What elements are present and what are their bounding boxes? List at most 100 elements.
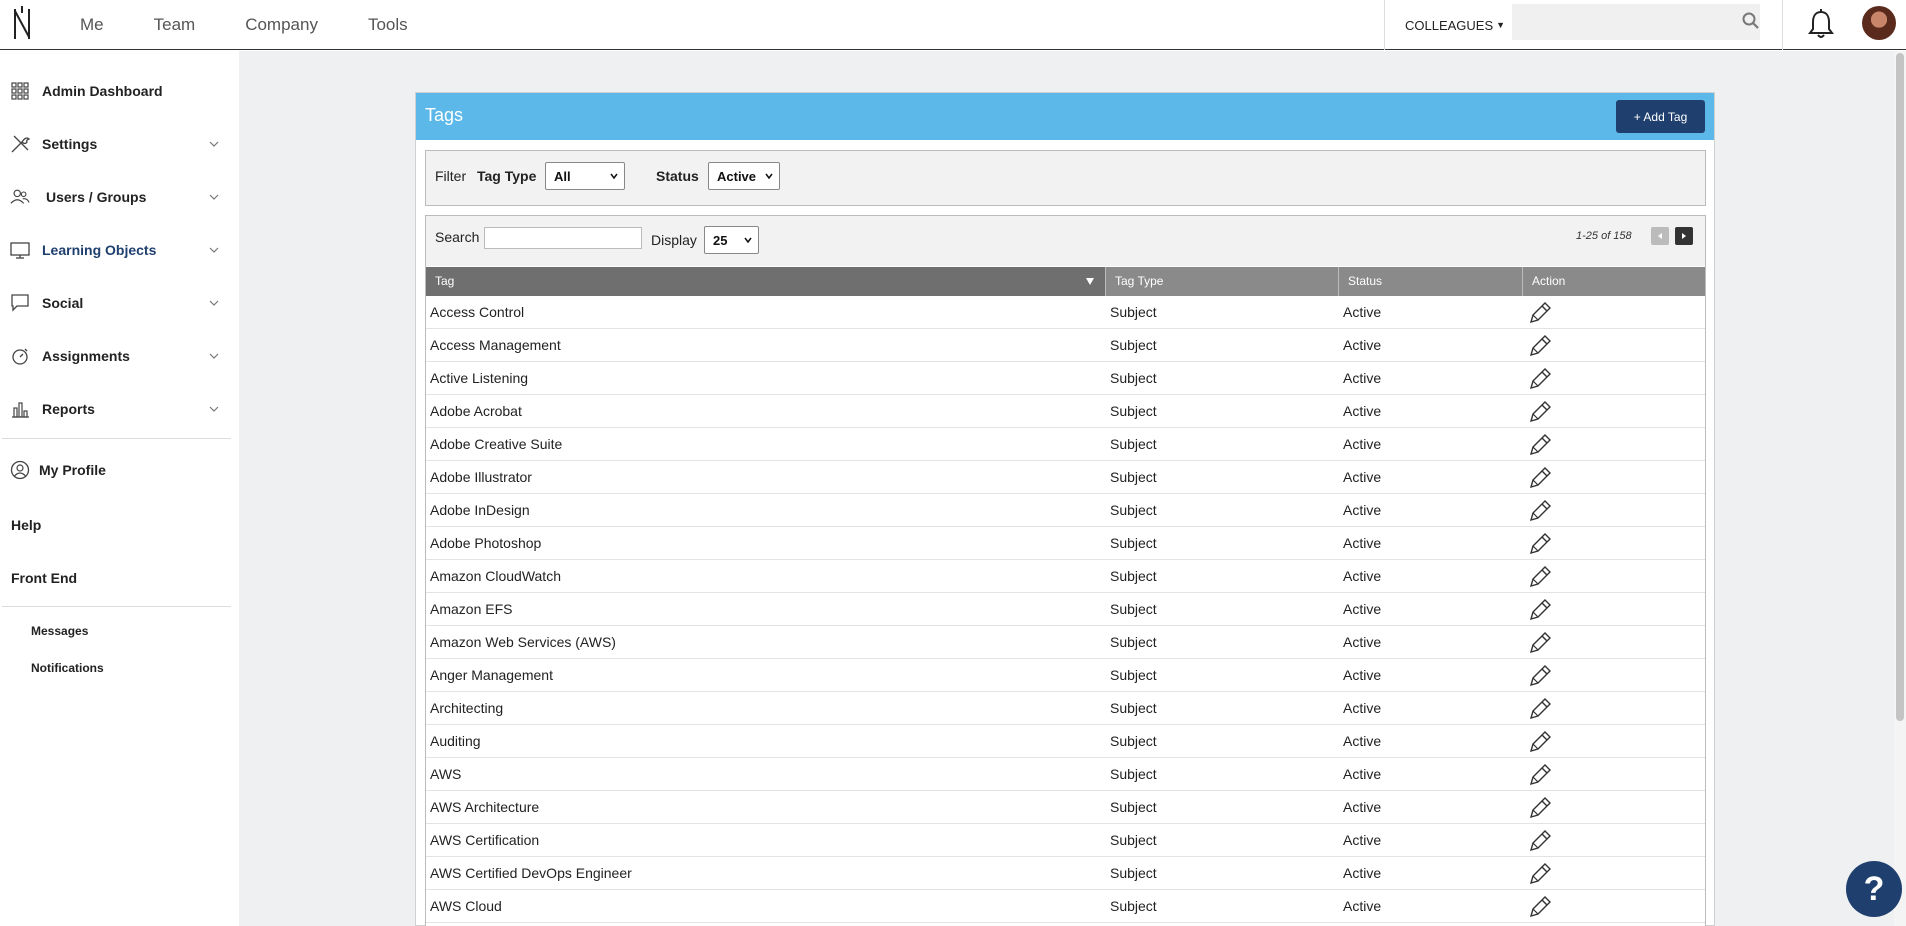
edit-pencil-icon[interactable] [1527,498,1553,524]
tag-cell: AWS Certified DevOps Engineer [430,865,632,881]
sidebar-item-admin-dashboard[interactable]: Admin Dashboard [0,71,232,111]
chevron-down-icon [209,406,219,412]
logo[interactable] [12,5,34,43]
chevron-down-icon [744,237,752,244]
tag-cell: Amazon EFS [430,601,513,617]
table-row: AWS Subject Active [426,758,1705,791]
sidebar-item-help[interactable]: Help [11,517,41,533]
add-tag-button[interactable]: + Add Tag [1616,100,1705,133]
edit-pencil-icon[interactable] [1527,663,1553,689]
tag-type-cell: Subject [1110,898,1157,914]
nav-team[interactable]: Team [154,15,196,35]
status-cell: Active [1343,568,1382,584]
tag-type-cell: Subject [1110,436,1157,452]
caret-down-icon: ▼ [1496,20,1506,30]
pagination-info: 1-25 of 158 [1576,230,1632,242]
column-header-label: Action [1532,274,1566,288]
table-search-input[interactable] [484,227,642,249]
edit-pencil-icon[interactable] [1527,630,1553,656]
edit-pencil-icon[interactable] [1527,894,1553,920]
status-label: Status [656,168,699,184]
avatar[interactable] [1862,6,1896,40]
chevron-down-icon [209,300,219,306]
stopwatch-icon [12,348,28,365]
nav-tools[interactable]: Tools [368,15,408,35]
sidebar-item-my-profile[interactable]: My Profile [0,450,232,490]
edit-pencil-icon[interactable] [1527,432,1553,458]
table-row: Auditing Subject Active [426,725,1705,758]
column-header-tag-type[interactable]: Tag Type [1106,267,1339,296]
nav-me[interactable]: Me [80,15,104,35]
edit-pencil-icon[interactable] [1527,597,1553,623]
tag-cell: Anger Management [430,667,553,683]
edit-pencil-icon[interactable] [1527,861,1553,887]
sidebar-item-reports[interactable]: Reports [0,389,232,429]
sidebar-item-label: Social [42,295,84,311]
tag-type-cell: Subject [1110,799,1157,815]
column-header-status[interactable]: Status [1339,267,1523,296]
sidebar-item-messages[interactable]: Messages [31,624,88,638]
scrollbar-thumb[interactable] [1896,53,1904,721]
edit-pencil-icon[interactable] [1527,762,1553,788]
top-nav: Me Team Company Tools [80,0,458,50]
edit-pencil-icon[interactable] [1527,795,1553,821]
sidebar-item-assignments[interactable]: Assignments [0,336,232,376]
tag-type-cell: Subject [1110,766,1157,782]
display-select[interactable]: 25 [704,226,759,254]
tag-type-value: All [554,168,571,184]
tag-cell: Access Control [430,304,525,320]
tag-type-select[interactable]: All [545,162,625,190]
table-row: Adobe Illustrator Subject Active [426,461,1705,494]
tag-cell: Adobe Illustrator [430,469,532,485]
status-cell: Active [1343,832,1382,848]
search-icon[interactable] [1742,12,1760,30]
edit-pencil-icon[interactable] [1527,828,1553,854]
status-select[interactable]: Active [708,162,780,190]
tag-type-cell: Subject [1110,304,1157,320]
table-row: Architecting Subject Active [426,692,1705,725]
table-row: AWS Architecture Subject Active [426,791,1705,824]
sidebar-divider [2,438,231,439]
edit-pencil-icon[interactable] [1527,729,1553,755]
sidebar-item-label: Reports [42,401,95,417]
column-header-tag[interactable]: Tag [426,267,1106,296]
sidebar-item-label: Assignments [42,348,130,364]
table-row: Adobe Creative Suite Subject Active [426,428,1705,461]
prev-page-button[interactable] [1651,227,1669,245]
sidebar-item-learning-objects[interactable]: Learning Objects [0,230,232,270]
table-row: Access Control Subject Active [426,296,1705,329]
status-value: Active [717,168,757,184]
help-button[interactable]: ? [1846,861,1902,917]
edit-pencil-icon[interactable] [1527,300,1553,326]
tag-cell: Architecting [430,700,504,716]
next-page-button[interactable] [1675,227,1693,245]
sort-down-icon [1086,278,1094,285]
edit-pencil-icon[interactable] [1527,366,1553,392]
colleagues-dropdown[interactable]: COLLEAGUES ▼ [1384,0,1505,50]
chevron-down-icon [209,353,219,359]
edit-pencil-icon[interactable] [1527,696,1553,722]
tag-type-cell: Subject [1110,601,1157,617]
status-cell: Active [1343,304,1382,320]
sidebar-item-settings[interactable]: Settings [0,124,232,164]
sidebar-item-front-end[interactable]: Front End [11,570,77,586]
bell-icon[interactable] [1807,8,1835,40]
edit-pencil-icon[interactable] [1527,564,1553,590]
edit-pencil-icon[interactable] [1527,333,1553,359]
column-header-action: Action [1523,267,1705,296]
tag-type-cell: Subject [1110,370,1157,386]
tag-type-cell: Subject [1110,502,1157,518]
edit-pencil-icon[interactable] [1527,399,1553,425]
status-cell: Active [1343,766,1382,782]
sidebar-item-users-groups[interactable]: Users / Groups [0,177,232,217]
sidebar-item-notifications[interactable]: Notifications [31,661,104,675]
global-search-input[interactable] [1512,4,1760,40]
edit-pencil-icon[interactable] [1527,531,1553,557]
sidebar-item-social[interactable]: Social [0,283,232,323]
nav-company[interactable]: Company [245,15,318,35]
edit-pencil-icon[interactable] [1527,465,1553,491]
divider [1782,0,1783,50]
page-scrollbar[interactable] [1894,51,1906,926]
top-bar: Me Team Company Tools COLLEAGUES ▼ [0,0,1906,50]
status-cell: Active [1343,667,1382,683]
